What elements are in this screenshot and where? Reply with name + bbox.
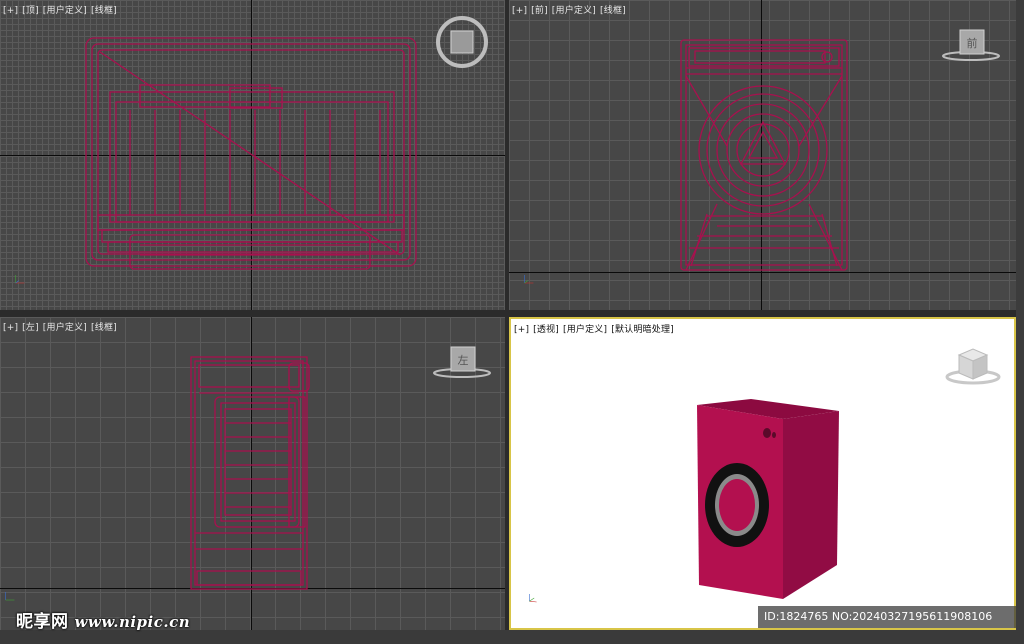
viewcube-front[interactable]: 前	[939, 26, 1003, 66]
viewcube-top[interactable]	[434, 14, 490, 70]
viewcube-face-label: 左	[458, 354, 469, 367]
side-panel-strip	[1016, 0, 1024, 630]
viewport-left-label: [+] [左] [用户定义] [线框]	[3, 320, 121, 333]
axis-tripod-icon	[5, 592, 15, 601]
viewport-menu-plus[interactable]: [+]	[3, 6, 18, 16]
watermark-url: www.nipic.cn	[74, 613, 191, 631]
viewport-perspective[interactable]: [+] [透视] [用户定义] [默认明暗处理]	[509, 317, 1016, 630]
washer-wireframe-front[interactable]	[677, 36, 852, 276]
watermark: 昵享网 www.nipic.cn	[16, 607, 190, 632]
washer-model-shaded[interactable]	[691, 395, 851, 601]
viewport-top[interactable]: [+] [顶] [用户定义] [线框]	[0, 0, 505, 310]
viewport-view-name[interactable]: [顶]	[22, 6, 39, 16]
viewcube-left[interactable]: 左	[430, 343, 494, 383]
viewcube-perspective[interactable]	[941, 341, 1005, 389]
viewport-perspective-label: [+] [透视] [用户定义] [默认明暗处理]	[514, 322, 678, 335]
viewport-menu-plus[interactable]: [+]	[3, 323, 18, 333]
washer-wireframe-left[interactable]	[185, 353, 315, 593]
viewport-camera-mode[interactable]: [用户定义]	[563, 325, 607, 335]
viewport-view-name[interactable]: [透视]	[533, 325, 559, 335]
viewport-camera-mode[interactable]: [用户定义]	[552, 6, 596, 16]
viewport-menu-plus[interactable]: [+]	[514, 325, 529, 335]
viewport-camera-mode[interactable]: [用户定义]	[43, 323, 87, 333]
watermark-brand: 昵享网	[16, 612, 69, 632]
axis-tripod-icon	[529, 594, 537, 603]
viewport-view-name[interactable]: [左]	[22, 323, 39, 333]
viewport-view-name[interactable]: [前]	[531, 6, 548, 16]
image-id-label: ID:1824765 NO:20240327195611908106	[758, 606, 1016, 628]
viewport-front[interactable]: [+] [前] [用户定义] [线框] 前	[509, 0, 1016, 310]
viewport-shading-mode[interactable]: [线框]	[91, 323, 117, 333]
washer-wireframe-top[interactable]	[80, 30, 425, 275]
axis-tripod-icon	[15, 275, 25, 284]
viewport-shading-mode[interactable]: [线框]	[91, 6, 117, 16]
viewport-shading-mode[interactable]: [线框]	[600, 6, 626, 16]
viewport-left[interactable]: [+] [左] [用户定义] [线框] 左	[0, 317, 505, 630]
viewport-shading-mode[interactable]: [默认明暗处理]	[611, 325, 674, 335]
axis-tripod-icon	[524, 275, 534, 284]
viewport-menu-plus[interactable]: [+]	[512, 6, 527, 16]
viewport-top-label: [+] [顶] [用户定义] [线框]	[3, 3, 121, 16]
viewcube-face-label: 前	[967, 36, 978, 50]
viewport-camera-mode[interactable]: [用户定义]	[43, 6, 87, 16]
viewport-front-label: [+] [前] [用户定义] [线框]	[512, 3, 630, 16]
status-bar	[0, 630, 1024, 644]
